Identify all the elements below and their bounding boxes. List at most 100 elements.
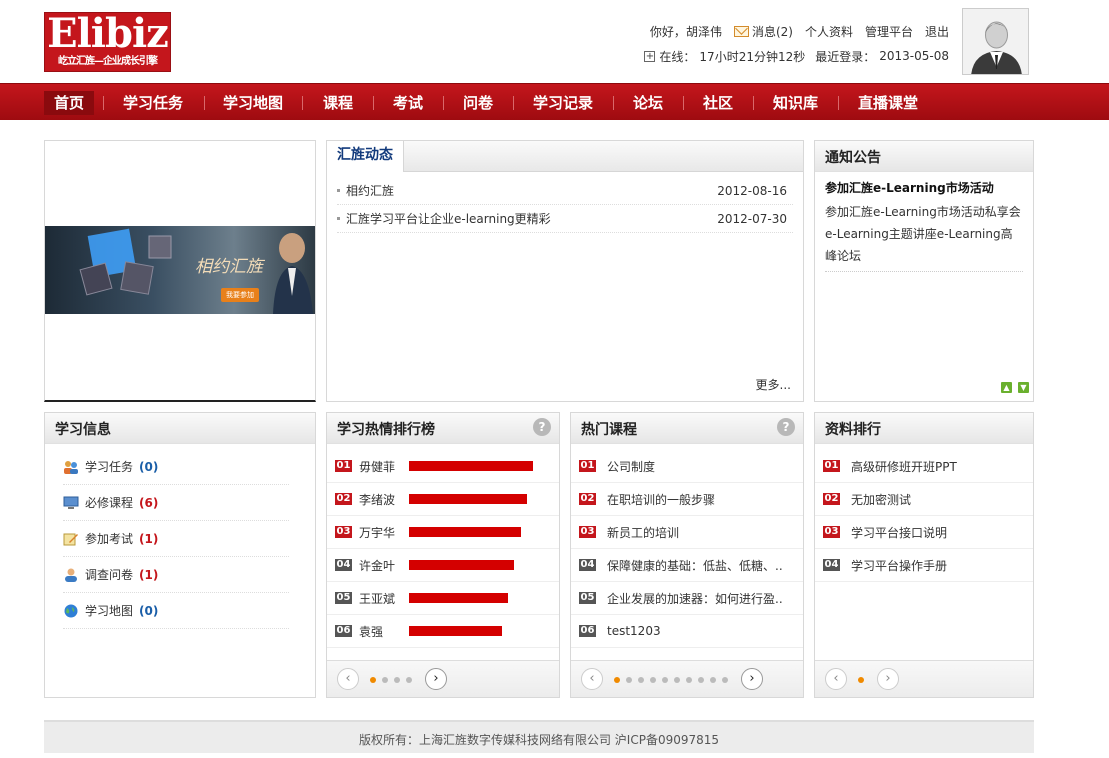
page-dot[interactable]	[722, 677, 728, 683]
nav-live-classroom[interactable]: 直播课堂	[858, 91, 918, 115]
greeting: 你好，胡泽伟	[650, 23, 722, 40]
course-row[interactable]: 01 公司制度	[571, 450, 803, 483]
page-dot[interactable]	[614, 677, 620, 683]
item-title: 学习平台接口说明	[851, 525, 948, 540]
page-dot[interactable]	[650, 677, 656, 683]
page-dot[interactable]	[638, 677, 644, 683]
resource-row[interactable]: 04 学习平台操作手册	[815, 549, 1033, 582]
help-icon[interactable]: ?	[533, 418, 551, 436]
bullet-icon	[337, 216, 340, 220]
tab-news[interactable]: 汇旌动态	[327, 141, 404, 172]
prev-page-icon[interactable]: ‹	[337, 668, 359, 690]
info-item-learning-map[interactable]: 学习地图 (0)	[63, 593, 289, 629]
notice-item-body[interactable]: 参加汇旌e-Learning市场活动私享会e-Learning主题讲座e-Lea…	[825, 201, 1023, 272]
next-page-icon[interactable]: ›	[425, 668, 447, 690]
logo-slogan: 屹立汇旌—企业成长引擎	[58, 56, 158, 67]
rank-number: 04	[579, 559, 596, 571]
ranking-row[interactable]: 01 毋健菲	[327, 450, 559, 483]
notice-header: 通知公告	[815, 141, 1033, 172]
prev-page-icon[interactable]: ‹	[581, 668, 603, 690]
bullet-icon	[337, 188, 340, 192]
info-item-tasks[interactable]: 学习任务 (0)	[63, 449, 289, 485]
page-dot[interactable]	[698, 677, 704, 683]
course-row[interactable]: 04 保障健康的基础：低盐、低糖、..	[571, 549, 803, 582]
rank-number: 01	[823, 460, 840, 472]
messages-link[interactable]: 消息(2)	[733, 23, 793, 40]
news-tab-bar: 汇旌动态	[327, 141, 803, 172]
course-row[interactable]: 03 新员工的培训	[571, 516, 803, 549]
avatar[interactable]	[962, 8, 1029, 75]
item-title: 无加密测试	[851, 492, 912, 507]
nav-learning-tasks[interactable]: 学习任务	[123, 91, 183, 115]
profile-link[interactable]: 个人资料	[805, 23, 853, 40]
course-row[interactable]: 05 企业发展的加速器：如何进行盈..	[571, 582, 803, 615]
banner-image[interactable]: 相约汇旌 我要参加	[45, 226, 315, 314]
ranking-row[interactable]: 02 李绪波	[327, 483, 559, 516]
page-dot[interactable]	[858, 677, 864, 683]
page-dot[interactable]	[370, 677, 376, 683]
logo[interactable]: Elibiz 屹立汇旌—企业成长引擎	[44, 12, 171, 72]
nav-learning-map[interactable]: 学习地图	[223, 91, 283, 115]
nav-divider	[373, 96, 374, 110]
info-item-required-courses[interactable]: 必修课程 (6)	[63, 485, 289, 521]
info-item-surveys[interactable]: 调查问卷 (1)	[63, 557, 289, 593]
help-icon[interactable]: ?	[777, 418, 795, 436]
study-info-panel: 学习信息 学习任务 (0) 必修课程 (6) 参加考试 (1) 调查问卷 (1) 学习地…	[44, 412, 316, 698]
news-item[interactable]: 相约汇旌 2012-08-16	[337, 177, 793, 205]
item-title: 学习平台操作手册	[851, 558, 948, 573]
nav-knowledge-base[interactable]: 知识库	[773, 91, 818, 115]
page-dot[interactable]	[626, 677, 632, 683]
page-dot[interactable]	[406, 677, 412, 683]
page-dot[interactable]	[674, 677, 680, 683]
resource-row[interactable]: 03 学习平台接口说明	[815, 516, 1033, 549]
nav-surveys[interactable]: 问卷	[463, 91, 493, 115]
notice-item-title[interactable]: 参加汇旌e-Learning市场活动	[825, 179, 994, 196]
more-link[interactable]: 更多...	[756, 376, 791, 393]
next-page-icon[interactable]: ›	[741, 668, 763, 690]
admin-link[interactable]: 管理平台	[865, 23, 913, 40]
course-row[interactable]: 06 test1203	[571, 615, 803, 648]
news-panel: 汇旌动态 相约汇旌 2012-08-16 汇旌学习平台让企业e-learning…	[326, 140, 804, 402]
logout-link[interactable]: 退出	[925, 23, 949, 40]
rank-number: 03	[823, 526, 840, 538]
page-dot[interactable]	[394, 677, 400, 683]
nav-community[interactable]: 社区	[703, 91, 733, 115]
resources-panel: 资料排行 01 高级研修班开班PPT 02 无加密测试 03 学习平台接口说明 04 学习平台…	[814, 412, 1034, 698]
expand-icon[interactable]: +	[644, 50, 656, 62]
resource-row[interactable]: 01 高级研修班开班PPT	[815, 450, 1033, 483]
rank-number: 05	[579, 592, 596, 604]
rank-name: 毋健菲	[359, 459, 396, 474]
ranking-row[interactable]: 06 袁强	[327, 615, 559, 648]
page-dot[interactable]	[686, 677, 692, 683]
ranking-row[interactable]: 03 万宇华	[327, 516, 559, 549]
info-label: 必修课程	[85, 496, 134, 510]
ranking-title: 学习热情排行榜	[337, 422, 435, 438]
info-label: 调查问卷	[85, 568, 134, 582]
ranking-pager: ‹ ›	[327, 660, 559, 697]
ranking-row[interactable]: 04 许金叶	[327, 549, 559, 582]
nav-divider	[683, 96, 684, 110]
prev-page-icon[interactable]: ‹	[825, 668, 847, 690]
rank-number: 02	[335, 493, 352, 505]
nav-courses[interactable]: 课程	[323, 91, 353, 115]
nav-forum[interactable]: 论坛	[633, 91, 663, 115]
nav-home[interactable]: 首页	[44, 91, 95, 115]
page-dot[interactable]	[382, 677, 388, 683]
resource-row[interactable]: 02 无加密测试	[815, 483, 1033, 516]
nav-divider	[443, 96, 444, 110]
course-row[interactable]: 02 在职培训的一般步骤	[571, 483, 803, 516]
info-item-exams[interactable]: 参加考试 (1)	[63, 521, 289, 557]
nav-learning-records[interactable]: 学习记录	[533, 91, 593, 115]
scroll-up-icon[interactable]: ▲	[1001, 382, 1012, 393]
ranking-panel: 学习热情排行榜 ? 01 毋健菲 02 李绪波 03 万宇华 04 许金叶 05 王亚斌 06 袁强 …	[326, 412, 560, 698]
page-dot[interactable]	[662, 677, 668, 683]
next-page-icon[interactable]: ›	[877, 668, 899, 690]
ranking-row[interactable]: 05 王亚斌	[327, 582, 559, 615]
nav-exams[interactable]: 考试	[393, 91, 423, 115]
user-name: 胡泽伟	[685, 24, 722, 39]
banner-join-button[interactable]: 我要参加	[221, 288, 259, 302]
news-item[interactable]: 汇旌学习平台让企业e-learning更精彩 2012-07-30	[337, 205, 793, 233]
page-dot[interactable]	[710, 677, 716, 683]
scroll-down-icon[interactable]: ▼	[1018, 382, 1029, 393]
rank-score-bar	[409, 461, 533, 471]
